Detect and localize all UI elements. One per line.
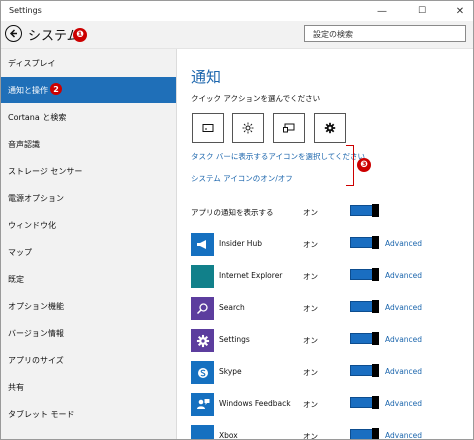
minimize-button[interactable]: — xyxy=(369,1,395,21)
search-input[interactable]: 設定の検索 xyxy=(304,25,466,42)
window-title: Settings xyxy=(9,6,42,15)
sidebar-item-power[interactable]: 電源オプション xyxy=(1,185,176,211)
app-name: Search xyxy=(219,303,245,312)
app-state: オン xyxy=(303,240,318,249)
maximize-button[interactable]: ☐ xyxy=(409,1,435,21)
title-bar: Settings — ☐ ✕ xyxy=(1,1,473,21)
show-notifications-state: オン xyxy=(303,208,318,217)
sidebar-item-cortana[interactable]: Cortana と検索 xyxy=(1,104,176,130)
toggle-knob xyxy=(372,332,379,345)
sidebar-item-maps[interactable]: マップ xyxy=(1,239,176,265)
quick-action-brightness[interactable] xyxy=(232,113,264,143)
app-row-windows-feedback: Windows Feedback オン Advanced xyxy=(177,393,473,419)
gear-icon xyxy=(191,329,214,352)
app-row-insider-hub: Insider Hub オン Advanced xyxy=(177,233,473,259)
xbox-icon xyxy=(191,425,214,439)
toggle-knob xyxy=(372,428,379,439)
app-name: Windows Feedback xyxy=(219,399,291,408)
quick-action-tablet-mode[interactable] xyxy=(192,113,224,143)
app-name: Settings xyxy=(219,335,250,344)
callout-bracket xyxy=(346,145,354,186)
sidebar-item-app-sizes[interactable]: アプリのサイズ xyxy=(1,347,176,373)
toggle-knob xyxy=(372,268,379,281)
page-title: システム xyxy=(28,29,80,44)
app-state: オン xyxy=(303,304,318,313)
app-name: Skype xyxy=(219,367,242,376)
advanced-link[interactable]: Advanced xyxy=(385,367,422,376)
connect-icon xyxy=(283,123,295,133)
brightness-icon xyxy=(242,122,254,134)
app-toggle[interactable] xyxy=(350,332,379,345)
system-icons-link[interactable]: システム アイコンのオン/オフ xyxy=(191,173,293,184)
sidebar: ディスプレイ 通知と操作 2 Cortana と検索 音声認識 ストレージ セン… xyxy=(1,49,177,439)
feedback-icon xyxy=(191,393,214,416)
sidebar-item-windowing[interactable]: ウィンドウ化 xyxy=(1,212,176,238)
app-toggle[interactable] xyxy=(350,236,379,249)
sidebar-item-tablet-mode[interactable]: タブレット モード xyxy=(1,401,176,427)
internet-explorer-icon xyxy=(191,265,214,288)
app-row-settings: Settings オン Advanced xyxy=(177,329,473,355)
taskbar-icons-link[interactable]: タスク バーに表示するアイコンを選択してください xyxy=(191,151,365,162)
sidebar-item-storage[interactable]: ストレージ センサー xyxy=(1,158,176,184)
close-button[interactable]: ✕ xyxy=(447,1,473,21)
megaphone-icon xyxy=(191,233,214,256)
advanced-link[interactable]: Advanced xyxy=(385,239,422,248)
sidebar-item-defaults[interactable]: 既定 xyxy=(1,266,176,292)
advanced-link[interactable]: Advanced xyxy=(385,335,422,344)
advanced-link[interactable]: Advanced xyxy=(385,431,422,439)
header-bar: システム ❶ 設定の検索 xyxy=(1,21,473,49)
show-notifications-toggle[interactable] xyxy=(350,204,379,217)
app-toggle[interactable] xyxy=(350,396,379,409)
show-notifications-label: アプリの通知を表示する xyxy=(191,208,274,217)
quick-action-connect[interactable] xyxy=(273,113,305,143)
section-title: 通知 xyxy=(191,68,222,86)
sidebar-item-speech[interactable]: 音声認識 xyxy=(1,131,176,157)
app-name: Internet Explorer xyxy=(219,271,283,280)
toggle-knob xyxy=(372,236,379,249)
app-state: オン xyxy=(303,400,318,409)
back-arrow-icon xyxy=(9,29,17,38)
sidebar-item-notifications[interactable]: 通知と操作 2 xyxy=(1,77,176,103)
app-state: オン xyxy=(303,432,318,440)
sidebar-item-optional-features[interactable]: オプション機能 xyxy=(1,293,176,319)
advanced-link[interactable]: Advanced xyxy=(385,303,422,312)
toggle-knob xyxy=(372,300,379,313)
app-toggle[interactable] xyxy=(350,364,379,377)
skype-icon xyxy=(191,361,214,384)
tablet-mode-icon xyxy=(202,124,214,132)
sidebar-item-about[interactable]: バージョン情報 xyxy=(1,320,176,346)
app-toggle[interactable] xyxy=(350,300,379,313)
toggle-knob xyxy=(372,396,379,409)
search-placeholder: 設定の検索 xyxy=(313,30,353,39)
quick-actions-label: クイック アクションを選んでください xyxy=(191,94,321,103)
app-toggle[interactable] xyxy=(350,268,379,281)
app-row-search: Search オン Advanced xyxy=(177,297,473,323)
app-state: オン xyxy=(303,336,318,345)
settings-gear-icon xyxy=(324,122,336,134)
advanced-link[interactable]: Advanced xyxy=(385,271,422,280)
app-toggle[interactable] xyxy=(350,428,379,439)
quick-action-settings[interactable] xyxy=(314,113,346,143)
settings-window: Settings — ☐ ✕ システム ❶ 設定の検索 ディスプレイ 通知と操作… xyxy=(0,0,474,440)
callout-1: ❶ xyxy=(73,28,87,42)
sidebar-item-display[interactable]: ディスプレイ xyxy=(1,50,176,76)
advanced-link[interactable]: Advanced xyxy=(385,399,422,408)
sidebar-item-share[interactable]: 共有 xyxy=(1,374,176,400)
app-row-skype: Skype オン Advanced xyxy=(177,361,473,387)
toggle-knob xyxy=(372,364,379,377)
app-row-xbox: Xbox オン Advanced xyxy=(177,425,473,440)
toggle-knob xyxy=(372,204,379,217)
callout-2: 2 xyxy=(50,83,62,95)
app-name: Xbox xyxy=(219,431,238,440)
show-notifications-row: アプリの通知を表示する オン xyxy=(177,201,473,227)
app-row-internet-explorer: Internet Explorer オン Advanced xyxy=(177,265,473,291)
app-state: オン xyxy=(303,368,318,377)
callout-3: ❸ xyxy=(357,158,371,172)
app-name: Insider Hub xyxy=(219,239,262,248)
search-icon xyxy=(191,297,214,320)
main-content: 通知 クイック アクションを選んでください タスク バーに表示するアイコンを選択… xyxy=(177,49,473,439)
app-state: オン xyxy=(303,272,318,281)
back-button[interactable] xyxy=(5,25,22,42)
